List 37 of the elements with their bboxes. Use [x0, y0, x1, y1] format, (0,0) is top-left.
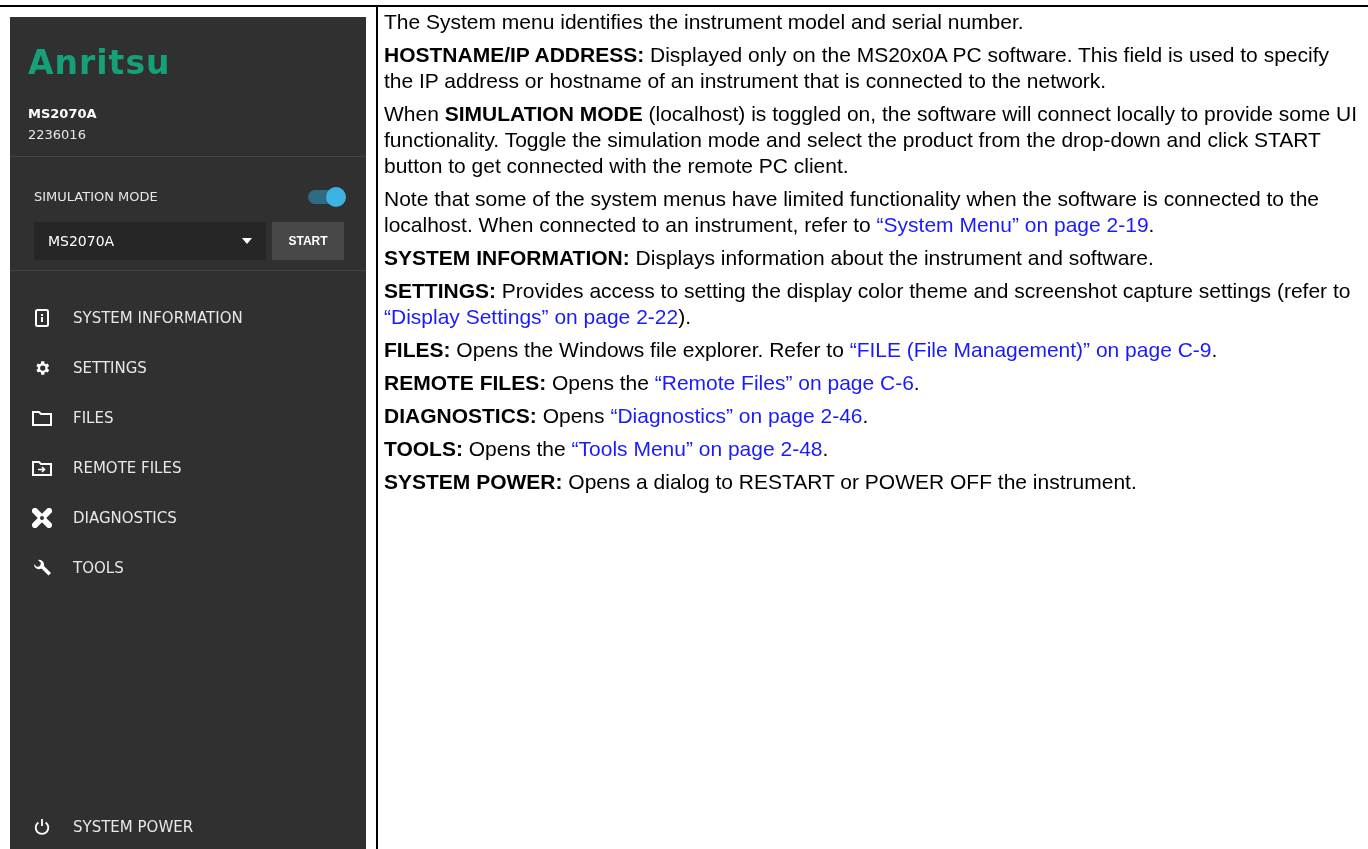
- menu-item[interactable]: SETTINGS: [10, 343, 366, 393]
- menu-item[interactable]: SYSTEM POWER: [10, 805, 366, 849]
- page-link[interactable]: “FILE (File Management)” on page C-9: [849, 338, 1212, 361]
- description-paragraph: Note that some of the system menus have limited functionality when the software is connected to the localhost. When connected to an instrument, refer to “System Menu” on page 2-19.: [384, 186, 1320, 238]
- page-link[interactable]: “Remote Files” on page C-6: [654, 371, 914, 394]
- serial-number: 2236016: [28, 127, 87, 142]
- description-paragraph: When SIMULATION MODE (localhost) is toggled on, the software will connect locally to provide some UI functionality. Toggle the simulation mode and select the product from the drop-down and click START button to get connected with the remote PC client.: [384, 101, 1358, 179]
- product-dropdown[interactable]: MS2070A: [34, 222, 266, 260]
- page-link[interactable]: “Tools Menu” on page 2-48: [571, 437, 823, 460]
- page-link[interactable]: “Display Settings” on page 2-22: [384, 305, 679, 328]
- description-paragraph: FILES: Opens the Windows file explorer. Refer to “FILE (File Management)” on page C-9.: [384, 337, 1219, 363]
- simulation-toggle[interactable]: [308, 189, 344, 204]
- page-link[interactable]: “Diagnostics” on page 2-46: [610, 404, 863, 427]
- menu-item[interactable]: DIAGNOSTICS: [10, 493, 366, 543]
- folder-arrow-icon: [32, 460, 52, 476]
- description-paragraph: HOSTNAME/IP ADDRESS: Displayed only on the MS20x0A PC software. This field is used to specify the IP address or hostname of an instrument that is connected to the network.: [384, 42, 1330, 94]
- logo: Anritsu: [28, 43, 172, 82]
- model-name: MS2070A: [28, 106, 98, 121]
- description-paragraph: DIAGNOSTICS: Opens “Diagnostics” on page 2-46.: [384, 403, 870, 429]
- page-link[interactable]: “System Menu” on page 2-19: [876, 213, 1149, 236]
- simulation-mode-label: SIMULATION MODE: [34, 189, 158, 204]
- description-paragraph: REMOTE FILES: Opens the “Remote Files” on page C-6.: [384, 370, 921, 396]
- description-paragraph: SYSTEM POWER: Opens a dialog to RESTART or POWER OFF the instrument.: [384, 469, 1138, 495]
- menu-item[interactable]: REMOTE FILES: [10, 443, 366, 493]
- folder-icon: [32, 410, 52, 426]
- description-paragraph: SYSTEM INFORMATION: Displays information about the instrument and software.: [384, 245, 1155, 271]
- description-paragraph: TOOLS: Opens the “Tools Menu” on page 2-48.: [384, 436, 830, 462]
- menu-item[interactable]: FILES: [10, 393, 366, 443]
- description-paragraph: The System menu identifies the instrument model and serial number.: [384, 9, 1025, 35]
- start-button[interactable]: START: [272, 222, 344, 260]
- caret-icon: [242, 238, 252, 244]
- power-icon: [32, 818, 52, 836]
- menu-item[interactable]: TOOLS: [10, 543, 366, 593]
- info-icon: [32, 309, 52, 327]
- wrench-icon: [32, 558, 52, 578]
- menu-item[interactable]: SYSTEM INFORMATION: [10, 293, 366, 343]
- description-paragraph: SETTINGS: Provides access to setting the display color theme and screenshot capture settings (refer to “Display Settings” on page 2-22).: [384, 278, 1352, 330]
